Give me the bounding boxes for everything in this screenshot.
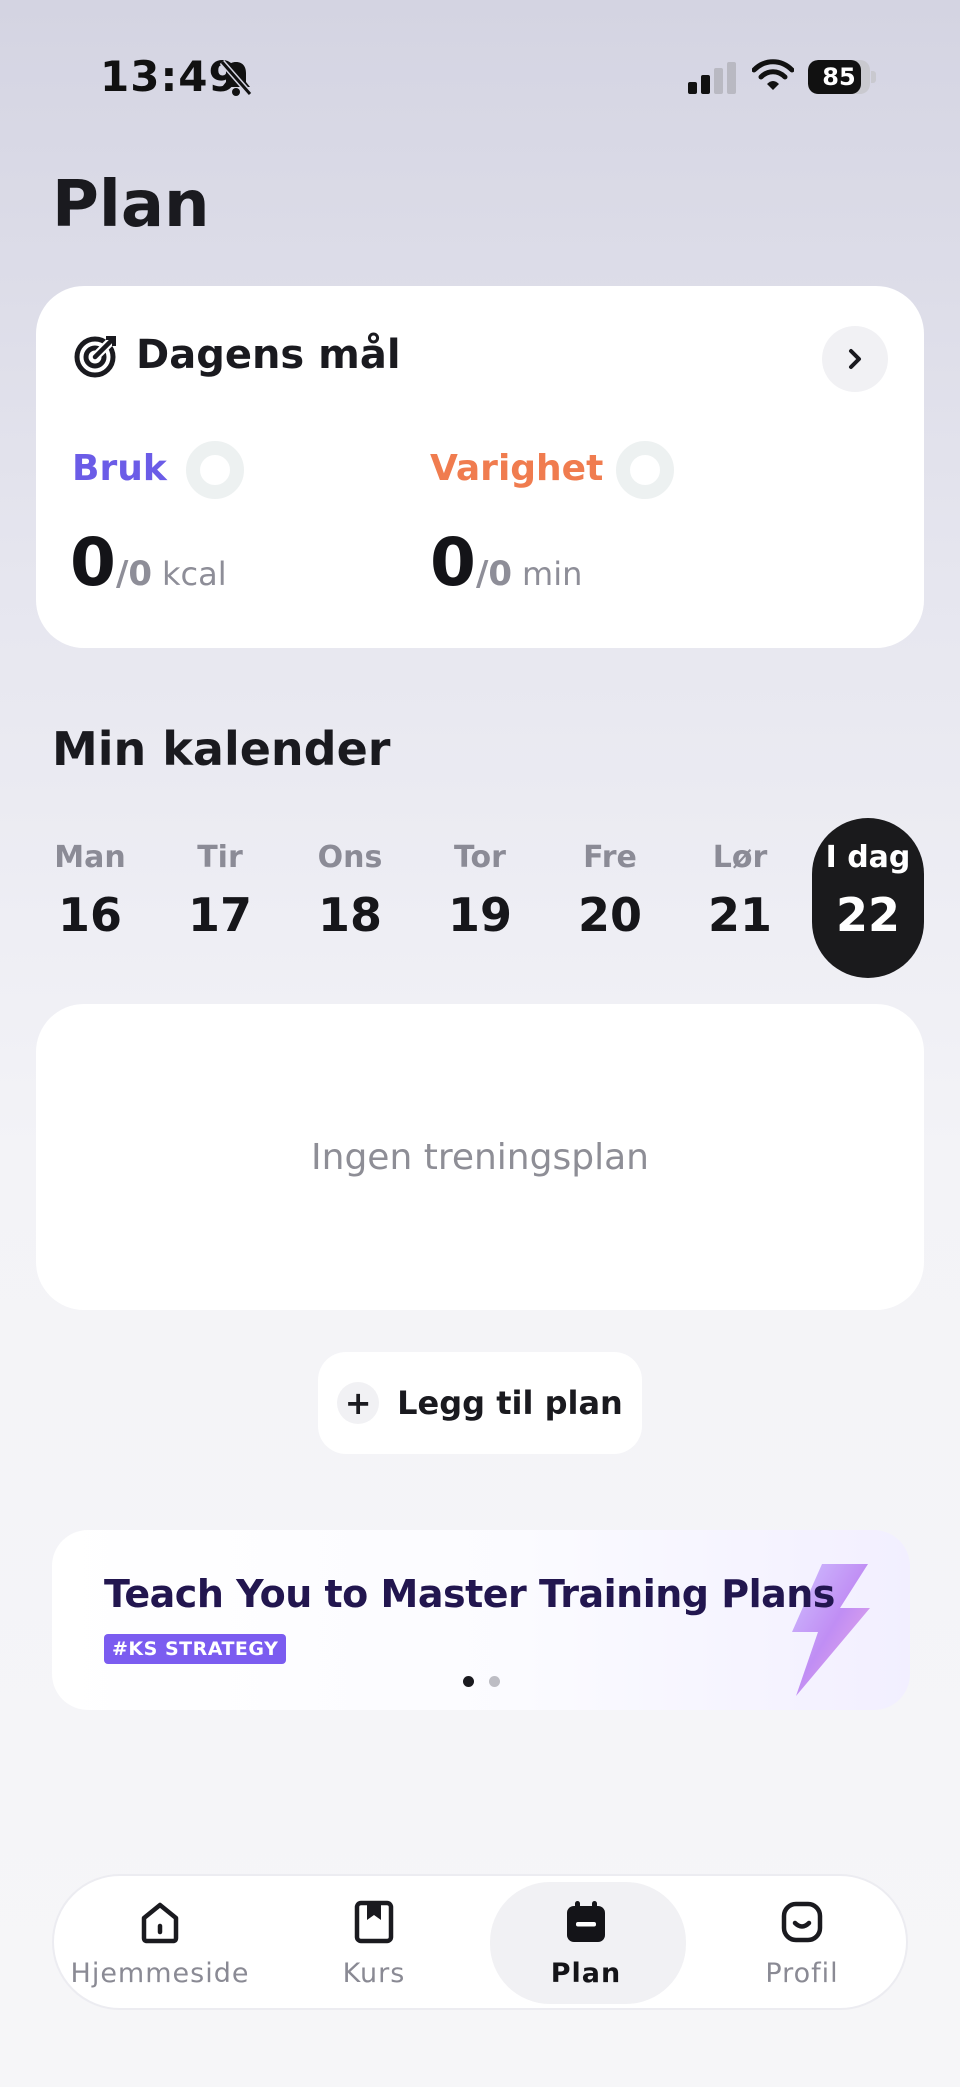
carousel-dot-active[interactable] [463,1676,474,1687]
calendar-title: Min kalender [52,722,391,776]
target-icon [74,336,116,378]
page-title: Plan [52,168,210,242]
calendar-day[interactable]: Lør 21 [684,818,796,978]
calendar-day-today[interactable]: I dag 22 [812,818,924,978]
day-name: Ons [317,840,383,875]
bell-muted-icon [219,60,253,96]
duration-value: 0 /0 min [430,524,582,601]
day-number: 18 [317,888,382,942]
tab-plan[interactable]: Plan [486,1876,686,2008]
calendar-day[interactable]: Tor 19 [424,818,536,978]
day-number: 20 [577,888,642,942]
tab-label: Plan [550,1958,622,1989]
duration-current: 0 [430,524,476,601]
tab-label: Kurs [342,1958,406,1989]
banner-tag: #KS STRATEGY [104,1634,287,1664]
empty-plan-text: Ingen treningsplan [311,1136,649,1178]
day-name: Man [54,840,126,875]
day-name: I dag [825,840,911,875]
duration-goal: /0 [475,554,513,594]
carousel-dot[interactable] [489,1676,500,1687]
duration-progress-ring [616,441,674,499]
day-number: 22 [835,888,900,942]
goals-title: Dagens mål [136,332,401,378]
add-plan-label: Legg til plan [397,1384,623,1422]
burn-value: 0 /0 kcal [70,524,227,601]
day-number: 17 [187,888,252,942]
add-plan-button[interactable]: + Legg til plan [318,1352,642,1454]
day-name: Fre [583,840,637,875]
tab-courses[interactable]: Kurs [274,1876,474,2008]
tab-label: Profil [765,1958,839,1989]
daily-goals-card[interactable]: Dagens mål Bruk 0 /0 kcal Varighet 0 /0 … [36,286,924,648]
burn-goal: /0 [115,554,153,594]
duration-unit: min [522,555,583,593]
burn-current: 0 [70,524,116,601]
tab-home[interactable]: Hjemmeside [60,1876,260,2008]
wifi-icon [752,59,794,90]
calendar-day[interactable]: Fre 20 [554,818,666,978]
burn-unit: kcal [162,555,227,593]
calendar-icon [567,1901,605,1942]
battery-percent: 85 [822,63,856,91]
bookmark-book-icon [354,1900,394,1944]
home-icon [141,1902,179,1944]
promo-banner[interactable]: Teach You to Master Training Plans #KS S… [52,1530,910,1710]
banner-title: Teach You to Master Training Plans [104,1572,835,1616]
battery-indicator: 85 [808,60,876,94]
calendar-day[interactable]: Ons 18 [294,818,406,978]
calendar-day[interactable]: Tir 17 [164,818,276,978]
goals-detail-button[interactable] [822,326,888,392]
cellular-signal-icon [688,62,736,94]
duration-label: Varighet [430,448,604,489]
day-number: 19 [447,888,512,942]
chevron-right-icon [849,349,861,369]
tab-label: Hjemmeside [70,1958,250,1989]
day-number: 21 [707,888,772,942]
calendar-day[interactable]: Man 16 [34,818,146,978]
bottom-tab-bar: Hjemmeside Kurs Plan Profil [52,1874,908,2010]
tab-profile[interactable]: Profil [702,1876,902,2008]
day-name: Tor [454,840,506,875]
day-number: 16 [57,888,122,942]
training-plan-card: Ingen treningsplan [36,1004,924,1310]
burn-progress-ring [186,441,244,499]
burn-label: Bruk [72,448,167,489]
status-bar: 13:49 85 [0,0,960,150]
day-name: Tir [197,840,243,875]
profile-face-icon [781,1901,823,1943]
day-name: Lør [712,840,768,875]
plus-icon: + [337,1382,380,1424]
